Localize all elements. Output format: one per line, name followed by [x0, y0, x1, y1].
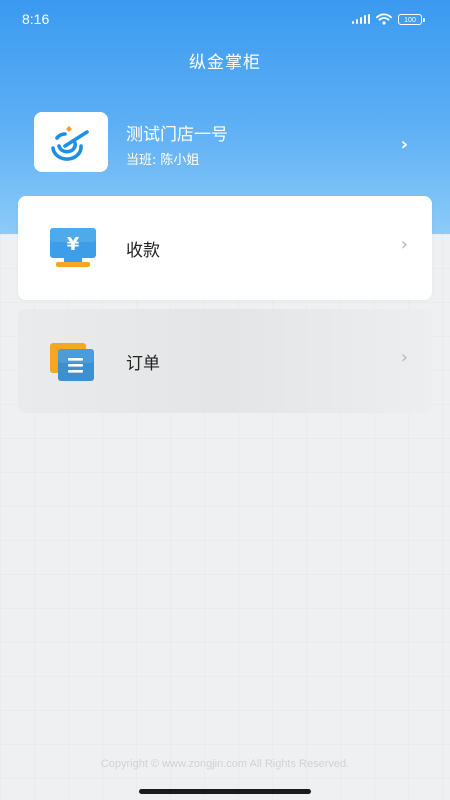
svg-text:¥: ¥	[67, 234, 80, 255]
payment-menu-item[interactable]: ¥ 收款 ›	[18, 196, 432, 300]
chevron-right-icon: ›	[400, 134, 408, 155]
store-shift: 当班: 陈小姐	[126, 149, 199, 168]
status-icons: 100	[351, 13, 425, 25]
home-indicator[interactable]	[139, 789, 311, 794]
payment-label: 收款	[126, 241, 160, 261]
order-menu-item[interactable]: 订单 ›	[18, 309, 432, 413]
chevron-right-icon: ›	[400, 234, 408, 255]
status-time: 8:16	[22, 11, 50, 27]
store-selector[interactable]: 测试门店一号 当班: 陈小姐 ›	[34, 112, 416, 174]
store-name: 测试门店一号	[126, 125, 228, 145]
status-bar: 8:16 100	[0, 0, 450, 40]
store-logo	[34, 112, 108, 172]
brand-logo-icon	[51, 126, 89, 161]
wifi-icon	[376, 13, 392, 25]
copyright-footer: Copyright © www.zongjin.com All Rights R…	[100, 758, 350, 770]
payment-icon: ¥	[50, 228, 96, 267]
order-label: 订单	[126, 354, 160, 374]
battery-icon: 100	[398, 13, 425, 25]
app-title: 纵金掌柜	[189, 53, 261, 73]
signal-icon	[351, 14, 370, 24]
chevron-right-icon: ›	[400, 347, 408, 368]
order-icon	[50, 343, 94, 381]
shift-label: 当班:	[126, 153, 157, 168]
shift-person: 陈小姐	[160, 153, 200, 168]
